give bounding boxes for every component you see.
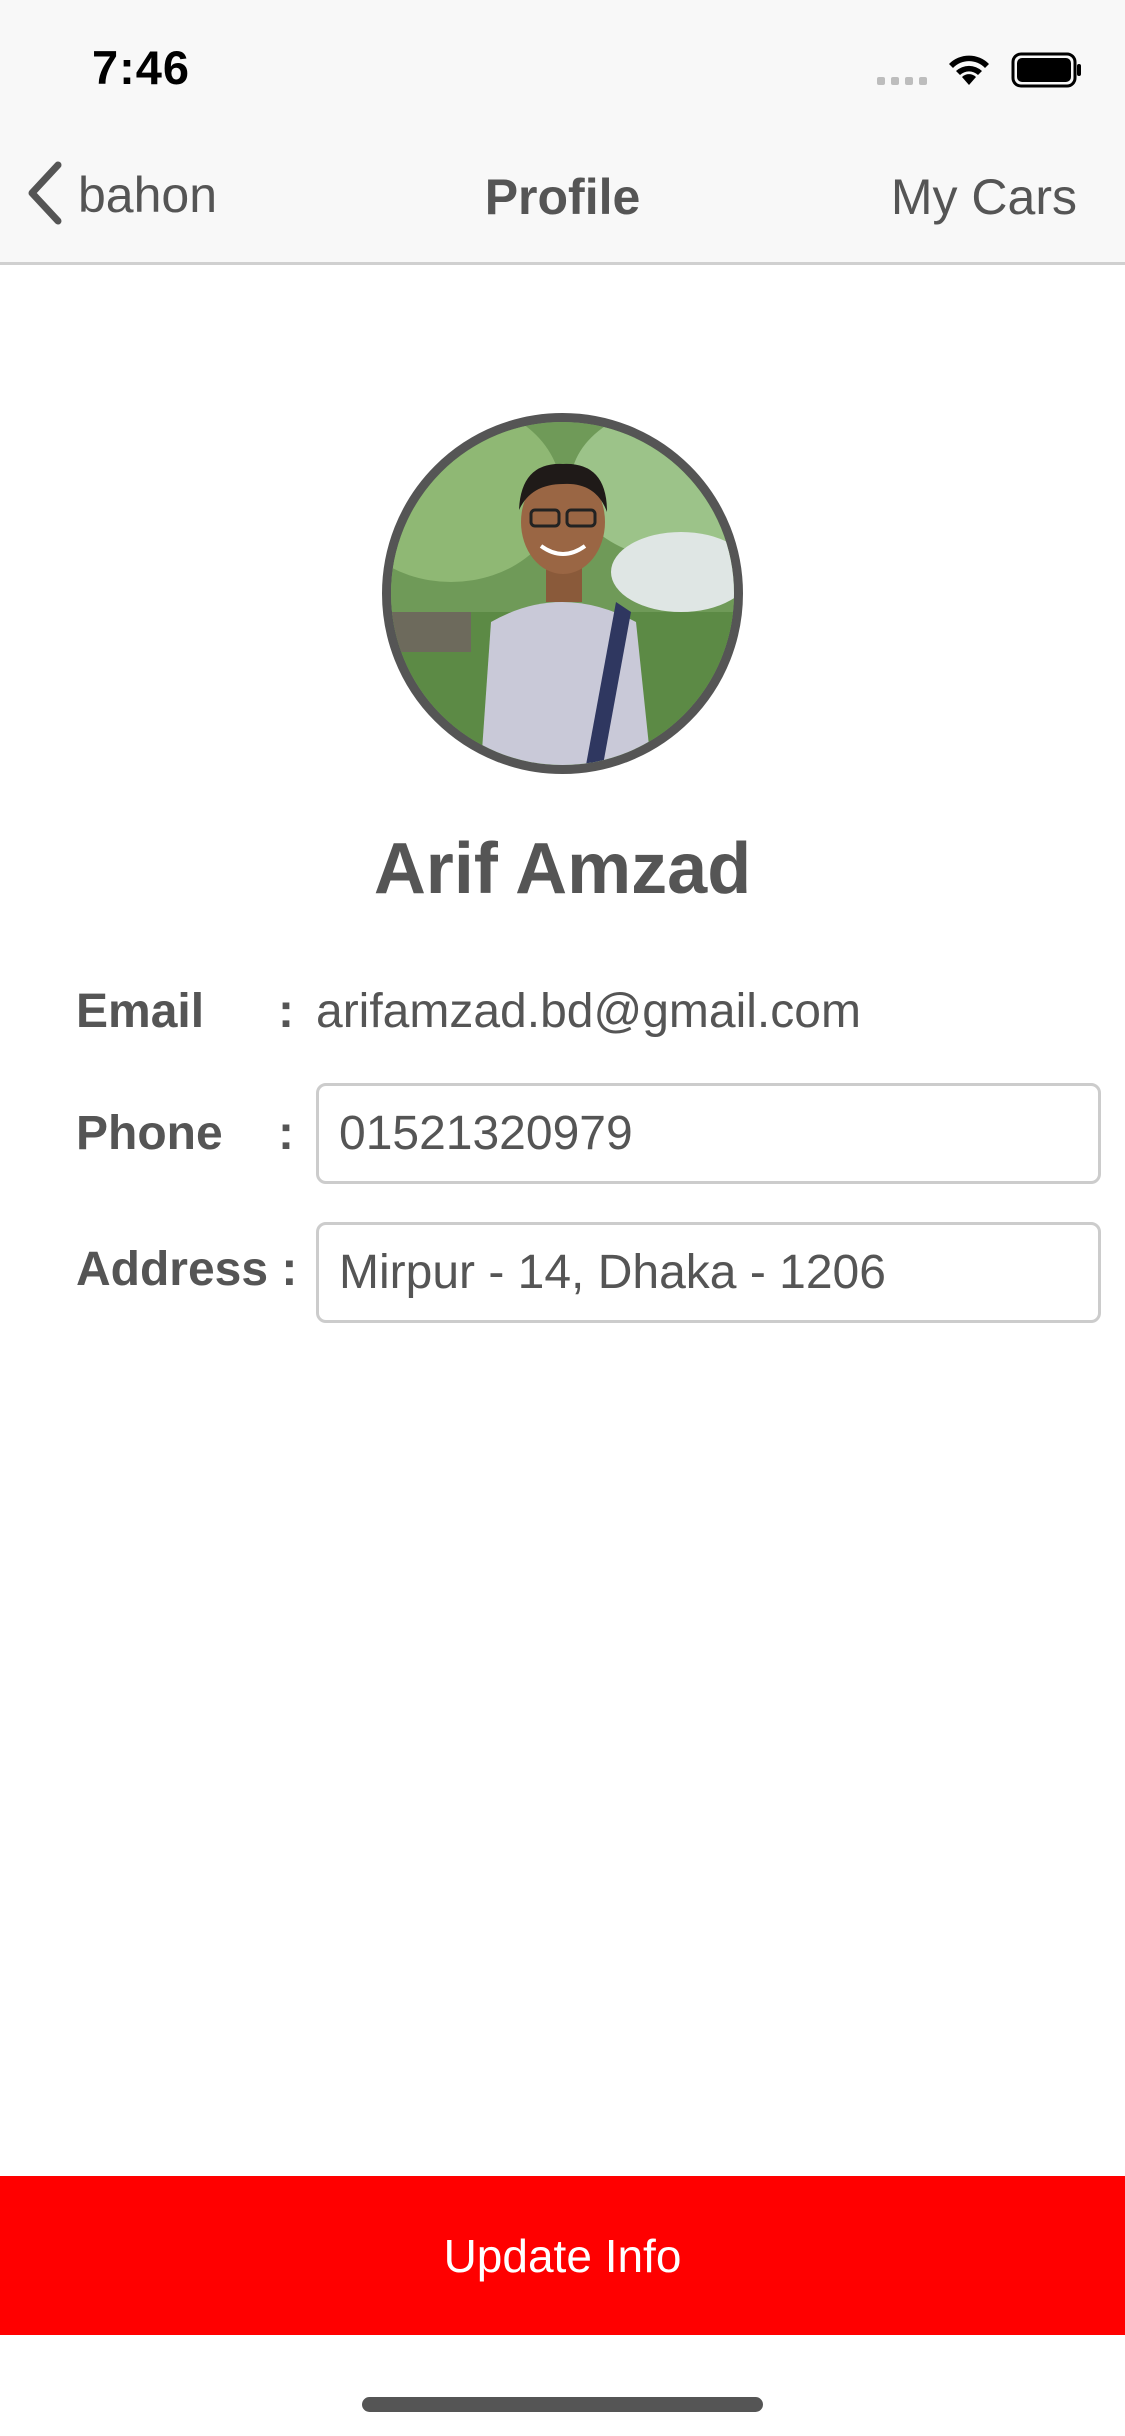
user-name: Arif Amzad — [373, 829, 752, 909]
wifi-icon — [947, 53, 991, 87]
home-indicator[interactable] — [362, 2397, 763, 2412]
status-icons — [877, 50, 1083, 90]
battery-icon — [1011, 52, 1083, 88]
profile-photo — [391, 422, 734, 765]
status-time: 7:46 — [92, 41, 191, 94]
phone-field[interactable] — [316, 1083, 1101, 1184]
avatar[interactable] — [382, 413, 743, 774]
top-bar: 7:46 bahon Profile My Cars — [0, 0, 1125, 265]
phone-colon: : — [278, 1107, 294, 1160]
email-label: Email — [76, 985, 205, 1038]
address-label: Address : — [76, 1243, 298, 1296]
profile-screen: 7:46 bahon Profile My Cars Arif Amzad Em… — [0, 0, 1125, 2436]
cellular-signal-icon — [877, 55, 927, 85]
phone-label: Phone — [76, 1107, 223, 1160]
email-colon: : — [278, 985, 294, 1038]
address-field[interactable] — [316, 1222, 1101, 1323]
my-cars-button[interactable]: My Cars — [891, 168, 1077, 226]
email-value: arifamzad.bd@gmail.com — [316, 985, 861, 1038]
update-info-button[interactable]: Update Info — [0, 2176, 1125, 2335]
